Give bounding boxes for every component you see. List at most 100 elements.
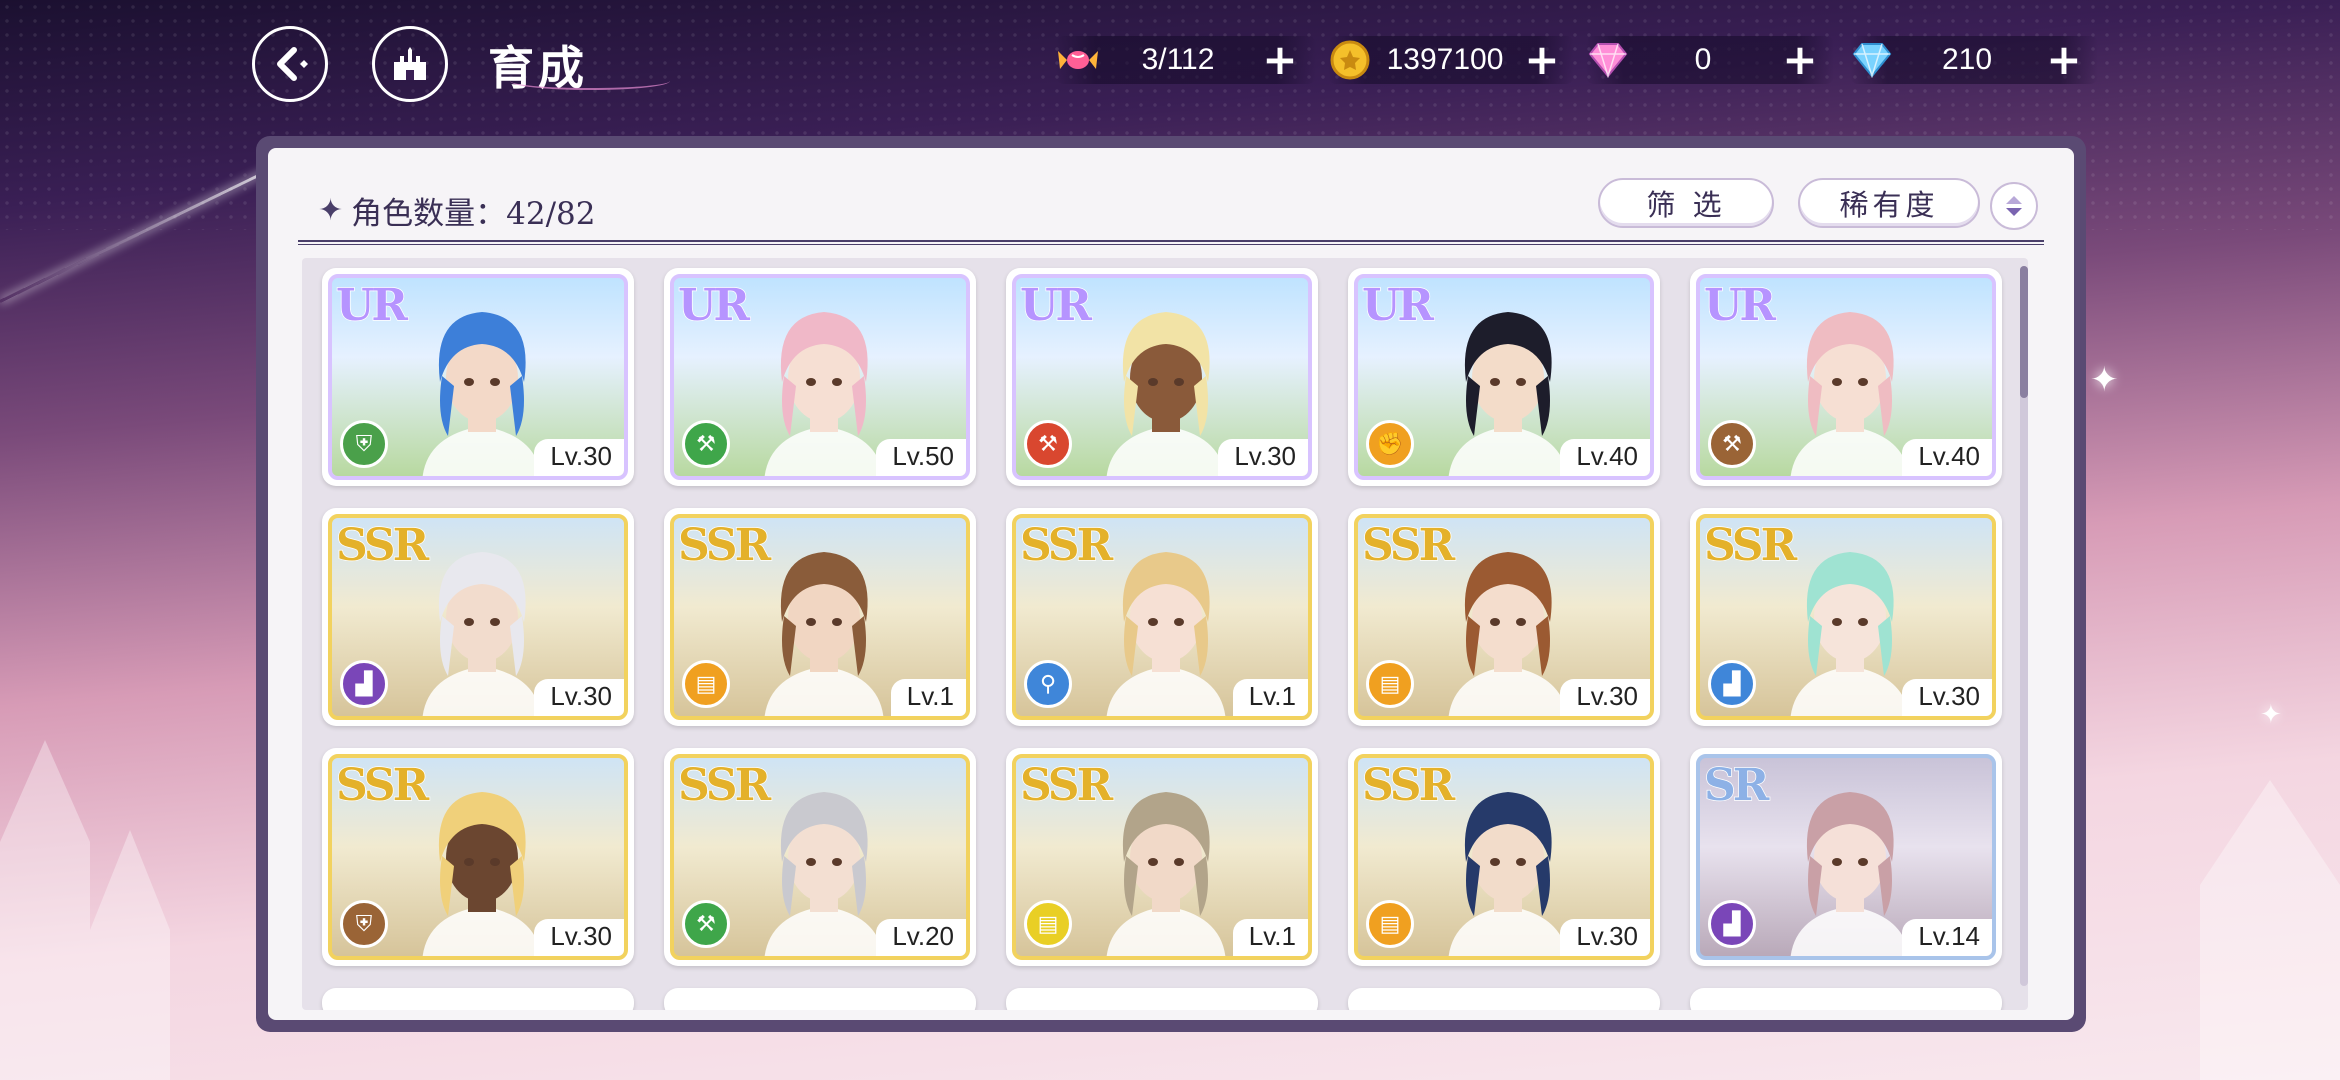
boot-icon: ▟	[1708, 900, 1756, 948]
card-frame: SSR ⚒ Lv.20	[670, 754, 970, 960]
rarity-label: SSR	[1703, 519, 1798, 572]
card-frame: SSR ⚲ Lv.1	[1012, 514, 1312, 720]
character-card[interactable]: SSR ▟ Lv.30	[322, 508, 634, 726]
character-count: ✦ 角色数量：42/82	[318, 188, 595, 233]
level-label: Lv.30	[1218, 439, 1308, 476]
character-card[interactable]: UR ⚒ Lv.50	[664, 268, 976, 486]
level-label: Lv.40	[1560, 439, 1650, 476]
book-icon: ▤	[682, 660, 730, 708]
castle-icon	[394, 47, 426, 80]
rarity-label: UR	[1019, 279, 1092, 332]
card-frame: SSR ⛨ Lv.30	[328, 754, 628, 960]
candy-value: 3/112	[1141, 43, 1215, 76]
card-frame: SSR ▤ Lv.30	[1354, 514, 1654, 720]
level-label: Lv.1	[1232, 919, 1308, 956]
character-card[interactable]: SSR ▟ Lv.30	[1690, 508, 2002, 726]
sort-toggle-icon	[2006, 196, 2022, 216]
card-frame: UR ⚒ Lv.50	[670, 274, 970, 480]
sparkle-icon: ✦	[2090, 360, 2119, 400]
character-card[interactable]: SSR ▤ Lv.1	[1006, 748, 1318, 966]
coin-value: 1397100	[1386, 43, 1504, 76]
rarity-label: SSR	[335, 519, 430, 572]
scrollbar-thumb[interactable]	[2020, 266, 2028, 398]
character-card[interactable]: SSR ⛨ Lv.30	[322, 748, 634, 966]
character-card[interactable]	[1006, 988, 1318, 1010]
rarity-label: SSR	[677, 759, 772, 812]
back-button[interactable]	[252, 26, 328, 102]
panel-content: ✦ 角色数量：42/82 筛 选 稀有度 UR ⛨ Lv.30 UR ⚒ Lv.50 UR ⚒…	[268, 148, 2074, 1020]
card-frame: SR ▟ Lv.14	[1696, 754, 1996, 960]
level-label: Lv.30	[1560, 679, 1650, 716]
resource-coin: 1397100 +	[1328, 36, 1574, 84]
castle-silhouette	[90, 830, 170, 1080]
rarity-sort-button[interactable]: 稀有度	[1798, 178, 1980, 228]
card-frame: SSR ▤ Lv.1	[670, 514, 970, 720]
rarity-label: SSR	[335, 759, 430, 812]
character-card[interactable]	[1690, 988, 2002, 1010]
card-frame: SSR ▟ Lv.30	[328, 514, 628, 720]
character-card[interactable]	[664, 988, 976, 1010]
character-card[interactable]: SSR ▤ Lv.30	[1348, 508, 1660, 726]
home-button[interactable]	[372, 26, 448, 102]
card-frame: SSR ▟ Lv.30	[1696, 514, 1996, 720]
pink-diamond-icon	[1586, 38, 1630, 82]
level-label: Lv.50	[876, 439, 966, 476]
character-card[interactable]	[322, 988, 634, 1010]
resource-pink-diamond: 0 +	[1586, 36, 1834, 84]
character-card[interactable]: SSR ▤ Lv.1	[664, 508, 976, 726]
level-label: Lv.30	[534, 679, 624, 716]
hammer-icon: ⚒	[1024, 420, 1072, 468]
filter-button[interactable]: 筛 选	[1598, 178, 1774, 228]
card-frame: SSR ▤ Lv.30	[1354, 754, 1654, 960]
hammer-icon: ⚒	[682, 900, 730, 948]
boot-icon: ▟	[1708, 660, 1756, 708]
character-card[interactable]: SSR ▤ Lv.30	[1348, 748, 1660, 966]
candy-icon	[1056, 38, 1100, 82]
wrench-icon: ⚲	[1024, 660, 1072, 708]
level-label: Lv.30	[534, 439, 624, 476]
card-frame: SSR ▤ Lv.1	[1012, 754, 1312, 960]
rarity-label: SSR	[1019, 519, 1114, 572]
rarity-label: SSR	[1361, 759, 1456, 812]
add-candy-button[interactable]: +	[1262, 38, 1298, 82]
character-card[interactable]: UR ⚒ Lv.40	[1690, 268, 2002, 486]
rarity-label: SSR	[1361, 519, 1456, 572]
level-label: Lv.20	[876, 919, 966, 956]
resource-blue-diamond: 210 +	[1850, 36, 2098, 84]
character-card[interactable]: UR ⚒ Lv.30	[1006, 268, 1318, 486]
sort-order-button[interactable]	[1990, 182, 2038, 230]
rarity-label: UR	[677, 279, 750, 332]
character-card[interactable]: UR ✊ Lv.40	[1348, 268, 1660, 486]
character-card[interactable]	[1348, 988, 1660, 1010]
pink-diamond-value: 0	[1694, 43, 1712, 76]
card-frame: UR ⚒ Lv.40	[1696, 274, 1996, 480]
boot-icon: ▟	[340, 660, 388, 708]
book-icon: ▤	[1366, 900, 1414, 948]
level-label: Lv.30	[1560, 919, 1650, 956]
character-count-label: 角色数量：42/82	[351, 196, 596, 232]
rarity-label: UR	[1361, 279, 1434, 332]
character-panel: ✦ 角色数量：42/82 筛 选 稀有度 UR ⛨ Lv.30 UR ⚒ Lv.50 UR ⚒…	[256, 136, 2086, 1032]
character-card[interactable]: SR ▟ Lv.14	[1690, 748, 2002, 966]
character-grid: UR ⛨ Lv.30 UR ⚒ Lv.50 UR ⚒ Lv.30 UR ✊ Lv.40 UR ⚒ Lv.40…	[302, 258, 2028, 1010]
back-arrow-icon	[277, 47, 308, 81]
resource-candy: 3/112 +	[1056, 36, 1316, 84]
book-icon: ▤	[1366, 660, 1414, 708]
level-label: Lv.30	[534, 919, 624, 956]
add-coin-button[interactable]: +	[1524, 38, 1560, 82]
sparkle-icon: ✦	[2260, 700, 2282, 730]
hammer-icon: ⚒	[682, 420, 730, 468]
add-blue-diamond-button[interactable]: +	[2046, 38, 2082, 82]
blue-diamond-icon	[1850, 38, 1894, 82]
level-label: Lv.14	[1902, 919, 1992, 956]
character-card[interactable]: SSR ⚒ Lv.20	[664, 748, 976, 966]
rarity-label: UR	[335, 279, 408, 332]
shield-icon: ⛨	[340, 420, 388, 468]
rarity-label: SR	[1703, 759, 1770, 812]
character-card[interactable]: SSR ⚲ Lv.1	[1006, 508, 1318, 726]
character-card[interactable]: UR ⛨ Lv.30	[322, 268, 634, 486]
rarity-label: UR	[1703, 279, 1776, 332]
add-pink-diamond-button[interactable]: +	[1782, 38, 1818, 82]
hammer-icon: ⚒	[1708, 420, 1756, 468]
coin-icon	[1328, 38, 1372, 82]
